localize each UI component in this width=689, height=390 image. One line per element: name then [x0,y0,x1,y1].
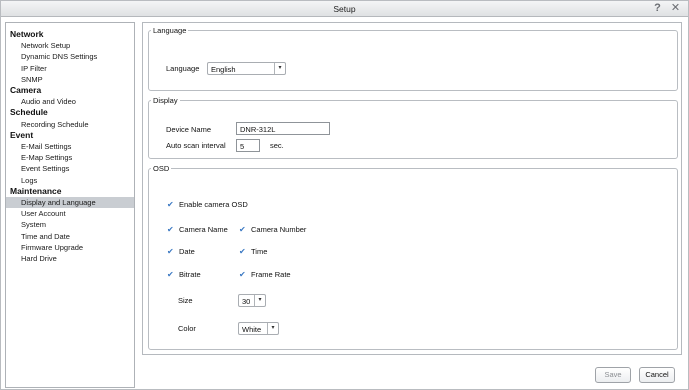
sidebar-item-logs[interactable]: Logs [6,175,134,186]
sidebar-item-e-map-settings[interactable]: E-Map Settings [6,152,134,163]
camera-number-label: Camera Number [251,225,307,234]
display-legend: Display [153,96,178,105]
color-value: White [242,324,262,334]
sidebar-item-display-and-language[interactable]: Display and Language [6,197,134,208]
chevron-down-icon[interactable]: ▾ [267,323,278,334]
sidebar-item-audio-and-video[interactable]: Audio and Video [6,96,134,107]
help-icon[interactable]: ? [652,3,663,14]
scan-interval-value: 5 [240,141,245,151]
date-checkbox[interactable]: ✔ [167,248,175,256]
setup-window: Setup ? ✕ Network Network Setup Dynamic DN… [0,0,689,390]
sidebar-item-snmp[interactable]: SNMP [6,74,134,85]
display-group: Display [148,96,678,159]
language-value: English [211,64,236,74]
sidebar-item-dynamic-dns-settings[interactable]: Dynamic DNS Settings [6,51,134,62]
sidebar-item-firmware-upgrade[interactable]: Firmware Upgrade [6,242,134,253]
sidebar-section-event: Event [10,129,34,140]
color-label: Color [178,324,196,333]
osd-group: OSD [148,164,678,350]
sidebar-section-network: Network [10,29,44,39]
save-button[interactable]: Save [595,367,631,383]
date-label: Date [179,247,195,256]
language-select[interactable]: English ▾ [207,62,286,75]
settings-sidebar: Network Network Setup Dynamic DNS Settings… [5,22,135,388]
sidebar-item-e-mail-settings[interactable]: E-Mail Settings [6,141,134,152]
color-select[interactable]: White ▾ [238,322,279,335]
chevron-down-icon[interactable]: ▾ [274,63,285,74]
language-group: Language [148,26,678,91]
size-label: Size [178,296,193,305]
size-select[interactable]: 30 ▾ [238,294,266,307]
chevron-down-icon[interactable]: ▾ [254,295,265,306]
device-name-label: Device Name [166,125,212,134]
device-name-value: DNR-312L [240,124,276,134]
camera-name-checkbox[interactable]: ✔ [167,226,175,234]
bitrate-checkbox[interactable]: ✔ [167,271,175,279]
sidebar-section-camera: Camera [10,85,42,95]
scan-interval-unit: sec. [270,141,284,150]
language-legend: Language [153,26,187,35]
sidebar-item-system[interactable]: System [6,219,134,230]
close-icon[interactable]: ✕ [670,3,681,14]
scan-interval-input[interactable]: 5 [236,139,260,152]
sidebar-section-schedule: Schedule [10,107,48,118]
scan-interval-label: Auto scan interval [166,141,226,150]
sidebar-item-hard-drive[interactable]: Hard Drive [6,253,134,264]
enable-osd-checkbox[interactable]: ✔ [167,201,175,209]
bitrate-label: Bitrate [179,270,201,279]
frame-rate-label: Frame Rate [251,270,291,279]
sidebar-item-ip-filter[interactable]: IP Filter [6,63,134,74]
sidebar-item-time-and-date[interactable]: Time and Date [6,231,134,242]
window-title: Setup [333,4,356,14]
frame-rate-checkbox[interactable]: ✔ [239,271,247,279]
osd-legend: OSD [153,164,170,173]
camera-number-checkbox[interactable]: ✔ [239,226,247,234]
sidebar-item-recording-schedule[interactable]: Recording Schedule [6,119,134,130]
camera-name-label: Camera Name [179,225,228,234]
time-checkbox[interactable]: ✔ [239,248,247,256]
settings-panel: Language Language English ▾ Display Devi… [142,22,682,355]
sidebar-item-network-setup[interactable]: Network Setup [6,40,134,51]
dialog-footer: Save Cancel [142,357,682,388]
title-bar[interactable]: Setup ? ✕ [1,1,688,17]
sidebar-item-event-settings[interactable]: Event Settings [6,163,134,174]
sidebar-item-user-account[interactable]: User Account [6,208,134,219]
sidebar-section-maintenance: Maintenance [10,185,62,196]
enable-osd-label: Enable camera OSD [179,200,248,209]
cancel-button[interactable]: Cancel [639,367,675,383]
size-value: 30 [242,296,251,306]
device-name-input[interactable]: DNR-312L [236,122,330,135]
language-label: Language [166,64,200,73]
time-label: Time [251,247,268,256]
